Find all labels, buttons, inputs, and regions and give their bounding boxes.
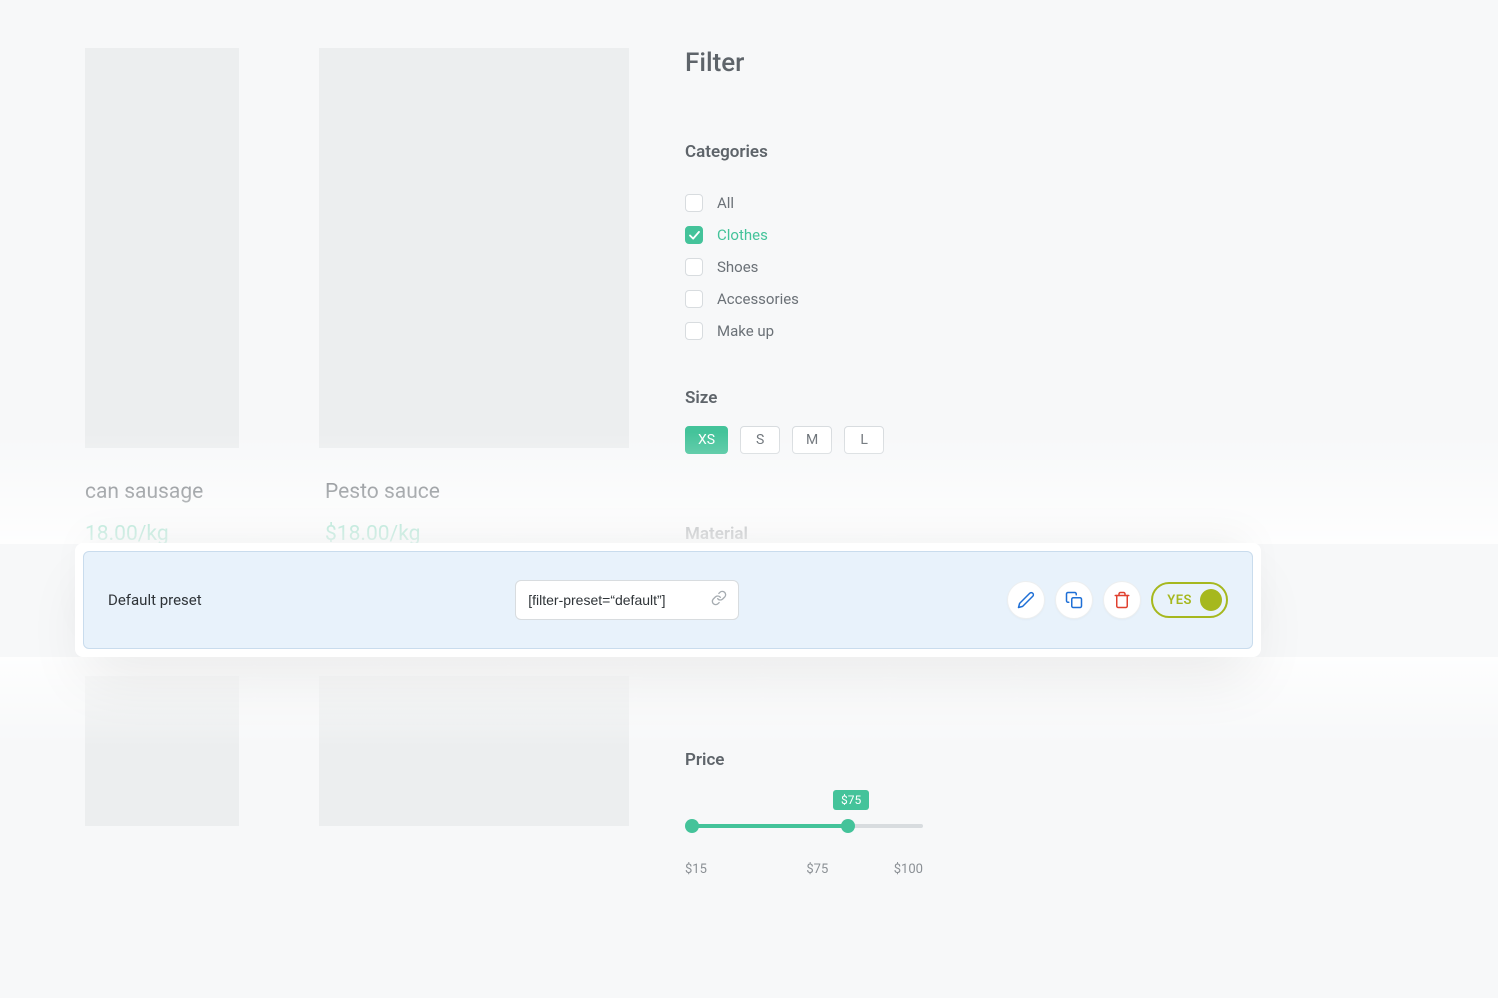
size-heading: Size — [685, 388, 987, 408]
price-mid-label: $75 — [806, 862, 828, 877]
category-clothes[interactable]: Clothes — [685, 226, 987, 244]
checkbox-icon — [685, 290, 703, 308]
filter-title: Filter — [685, 48, 987, 78]
delete-button[interactable] — [1103, 581, 1141, 619]
product-name: can sausage — [85, 480, 239, 504]
pencil-icon — [1017, 591, 1035, 609]
product-name: Pesto sauce — [325, 480, 629, 504]
size-l[interactable]: L — [844, 426, 884, 454]
price-max-label: $100 — [894, 862, 923, 877]
category-label: Shoes — [717, 258, 758, 276]
size-s[interactable]: S — [740, 426, 780, 454]
product-image[interactable] — [319, 676, 629, 826]
price-badge: $75 — [833, 790, 869, 810]
link-icon — [711, 590, 727, 610]
category-label: Make up — [717, 322, 774, 340]
price-min-label: $15 — [685, 862, 707, 877]
category-all[interactable]: All — [685, 194, 987, 212]
preset-selector-input[interactable] — [515, 580, 739, 620]
copy-button[interactable] — [1055, 581, 1093, 619]
preset-toggle[interactable]: YES — [1151, 582, 1228, 618]
checkbox-icon — [685, 258, 703, 276]
category-label: Clothes — [717, 226, 768, 244]
category-label: Accessories — [717, 290, 799, 308]
product-image[interactable] — [319, 48, 629, 448]
size-m[interactable]: M — [792, 426, 832, 454]
toggle-label: YES — [1167, 593, 1192, 608]
material-heading: Material — [685, 524, 987, 544]
checkbox-icon — [685, 226, 703, 244]
category-label: All — [717, 194, 734, 212]
edit-button[interactable] — [1007, 581, 1045, 619]
product-image[interactable] — [85, 676, 239, 826]
copy-icon — [1065, 591, 1083, 609]
preset-title: Default preset — [108, 591, 202, 609]
category-make-up[interactable]: Make up — [685, 322, 987, 340]
toggle-knob-icon — [1200, 589, 1222, 611]
category-accessories[interactable]: Accessories — [685, 290, 987, 308]
price-handle-max[interactable] — [841, 819, 855, 833]
size-xs[interactable]: XS — [685, 426, 728, 454]
checkbox-icon — [685, 322, 703, 340]
category-shoes[interactable]: Shoes — [685, 258, 987, 276]
preset-overlay: Default preset YES — [75, 543, 1261, 657]
checkbox-icon — [685, 194, 703, 212]
price-fill — [691, 824, 851, 828]
price-heading: Price — [685, 750, 987, 770]
price-handle-min[interactable] — [685, 819, 699, 833]
product-image[interactable] — [85, 48, 239, 448]
trash-icon — [1113, 591, 1131, 609]
categories-heading: Categories — [685, 142, 987, 162]
